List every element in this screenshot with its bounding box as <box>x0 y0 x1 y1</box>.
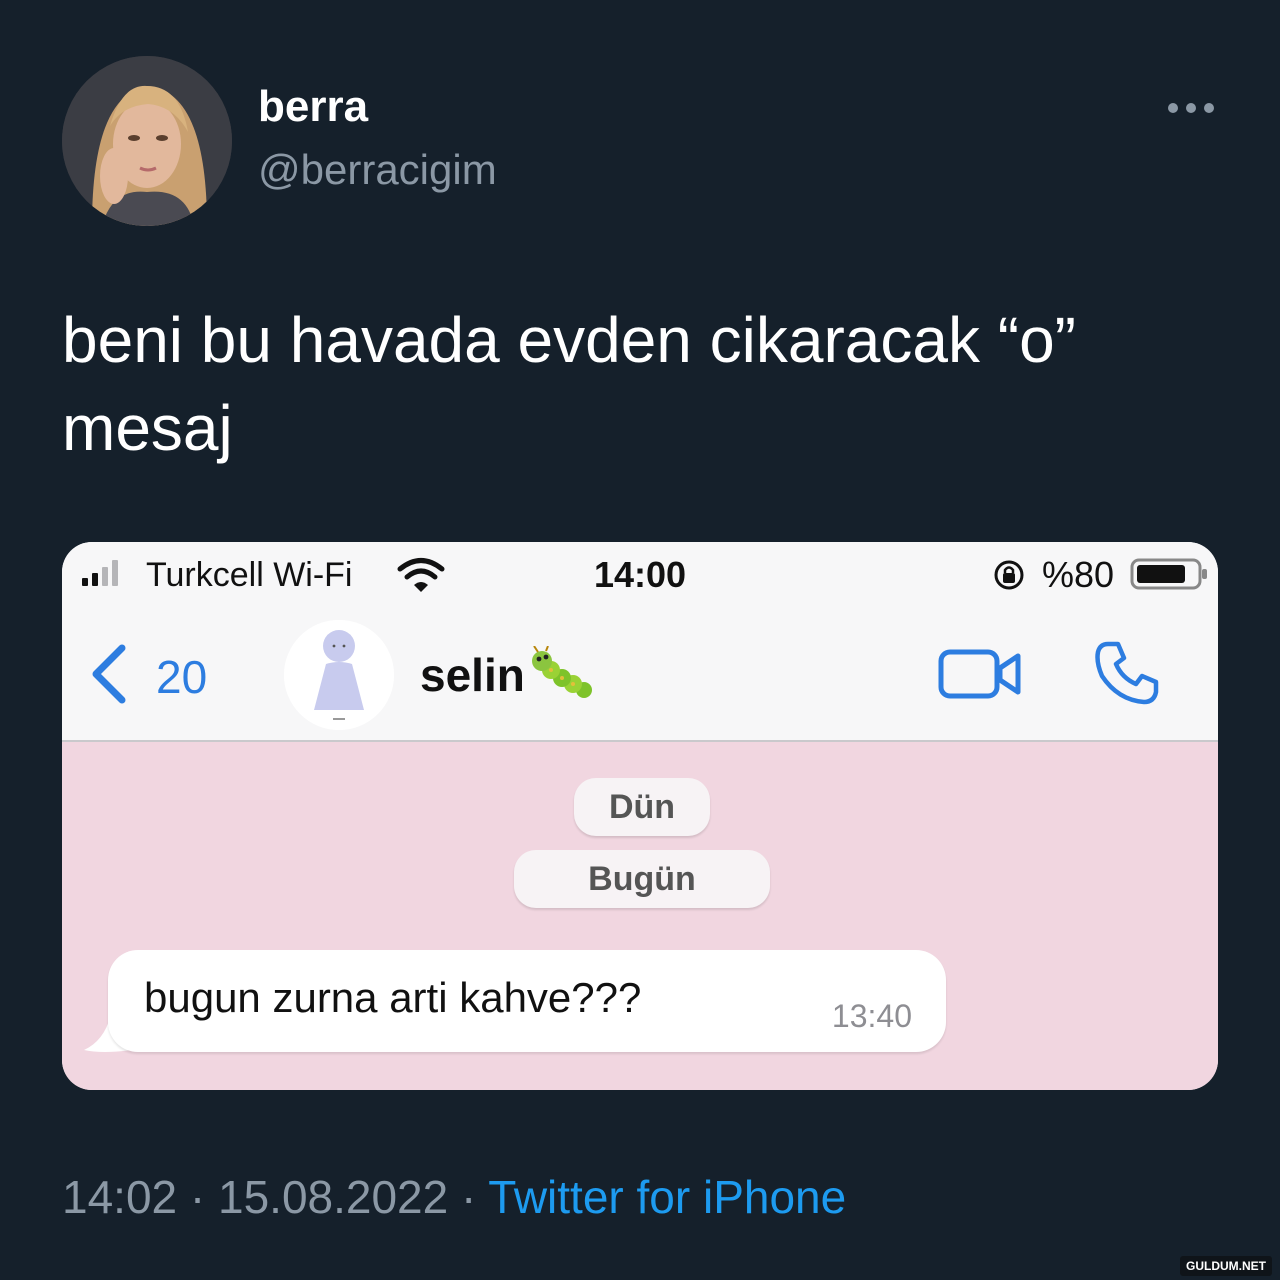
orientation-lock-icon <box>994 560 1024 590</box>
tweet-source-link[interactable]: Twitter for iPhone <box>488 1171 846 1223</box>
tweet-text: beni bu havada evden cikaracak “o” mesaj <box>62 296 1212 472</box>
unread-chats-count[interactable]: 20 <box>156 650 207 704</box>
author-display-name[interactable]: berra <box>258 82 368 132</box>
message-time: 13:40 <box>831 998 912 1034</box>
chat-header: 20 selin <box>62 606 1218 742</box>
author-avatar[interactable] <box>62 56 232 226</box>
chat-area: Dün Bugün bugun zurna arti kahve??? 13:4… <box>62 742 1218 1090</box>
back-chevron-icon[interactable] <box>86 642 130 706</box>
tweet-text-line-2: mesaj <box>62 392 233 464</box>
attached-image[interactable]: Turkcell Wi-Fi 14:00 %80 20 selin Dün Bu… <box>62 542 1218 1090</box>
site-watermark: GULDUM.NET <box>1180 1256 1272 1276</box>
tweet-metadata: 14:02 · 15.08.2022 · Twitter for iPhone <box>62 1170 846 1224</box>
contact-avatar[interactable] <box>284 620 394 730</box>
incoming-message-bubble[interactable]: bugun zurna arti kahve??? 13:40 <box>108 950 946 1052</box>
message-text: bugun zurna arti kahve??? <box>144 974 642 1021</box>
date-separator-today: Bugün <box>514 850 770 908</box>
author-handle[interactable]: @berracigim <box>258 146 497 194</box>
video-call-icon[interactable] <box>938 646 1022 702</box>
tweet-text-line-1: beni bu havada evden cikaracak “o” <box>62 304 1076 376</box>
voice-call-icon[interactable] <box>1094 640 1160 706</box>
battery-percentage: %80 <box>1042 554 1115 595</box>
more-options-icon[interactable] <box>1168 100 1214 116</box>
caterpillar-emoji-icon <box>532 646 592 698</box>
date-separator-yesterday: Dün <box>574 778 710 836</box>
phone-status-bar: Turkcell Wi-Fi 14:00 %80 <box>62 542 1218 606</box>
tweet-timestamp[interactable]: 14:02 · 15.08.2022 · <box>62 1171 488 1223</box>
battery-icon <box>1130 558 1207 590</box>
contact-name[interactable]: selin <box>420 648 525 702</box>
